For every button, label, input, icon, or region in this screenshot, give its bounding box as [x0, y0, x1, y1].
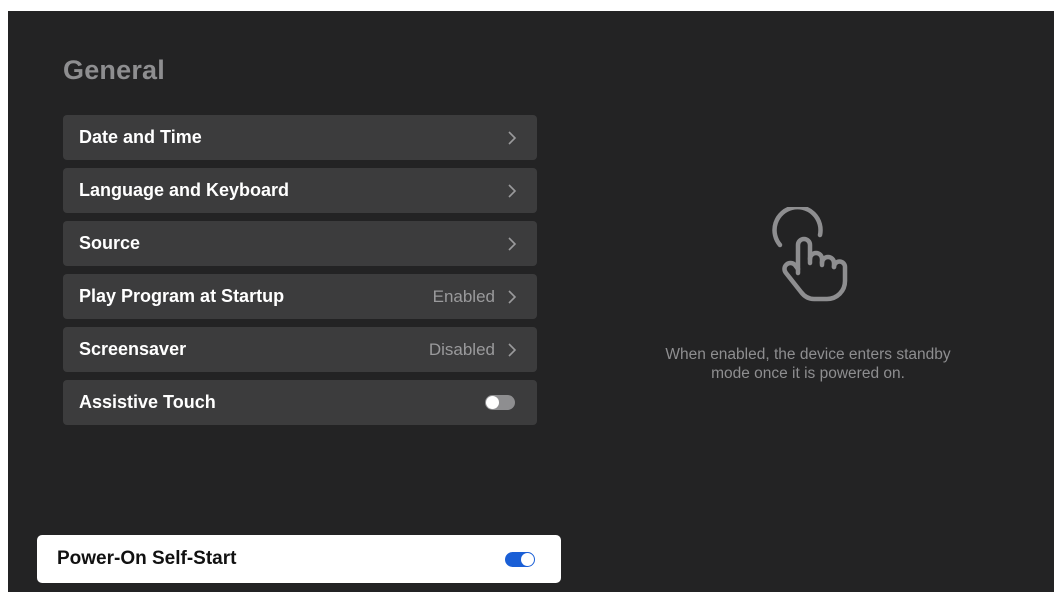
menu-item-label: Language and Keyboard [79, 180, 290, 200]
touch-hand-icon [772, 207, 848, 302]
help-description-line-2: mode once it is powered on. [711, 365, 905, 382]
page-title: General [63, 55, 165, 85]
menu-item-play-program-at-startup[interactable]: Play Program at Startup Enabled [63, 274, 537, 319]
menu-item-assistive-touch[interactable]: Assistive Touch [63, 380, 537, 425]
menu-item-date-and-time[interactable]: Date and Time [63, 115, 537, 160]
assistive-touch-toggle[interactable] [485, 395, 515, 410]
menu-item-label: Power-On Self-Start [57, 548, 237, 569]
menu-item-power-on-self-start[interactable]: Power-On Self-Start [37, 535, 561, 583]
menu-item-screensaver[interactable]: Screensaver Disabled [63, 327, 537, 372]
chevron-right-icon [507, 341, 517, 359]
chevron-right-icon [507, 129, 517, 147]
menu-item-value: Disabled [428, 339, 495, 359]
menu-item-label: Play Program at Startup [79, 286, 285, 306]
menu-item-value: Enabled [432, 286, 495, 306]
power-on-self-start-toggle[interactable] [505, 551, 535, 567]
chevron-right-icon [507, 288, 517, 306]
settings-menu: Date and Time Language and Keyboard Sour… [37, 115, 561, 583]
help-panel: When enabled, the device enters standby … [628, 207, 988, 383]
menu-item-language-and-keyboard[interactable]: Language and Keyboard [63, 168, 537, 213]
help-description: When enabled, the device enters standby … [628, 345, 988, 383]
menu-item-label: Date and Time [79, 127, 202, 147]
chevron-right-icon [507, 182, 517, 200]
menu-item-source[interactable]: Source [63, 221, 537, 266]
menu-item-label: Source [79, 233, 141, 253]
toggle-knob [486, 396, 499, 409]
settings-screen: General Date and Time Language and Keybo… [8, 11, 1054, 592]
menu-item-label: Assistive Touch [79, 392, 216, 412]
help-description-line-1: When enabled, the device enters standby [665, 346, 951, 363]
chevron-right-icon [507, 235, 517, 253]
menu-item-label: Screensaver [79, 339, 187, 359]
toggle-knob [521, 552, 534, 566]
